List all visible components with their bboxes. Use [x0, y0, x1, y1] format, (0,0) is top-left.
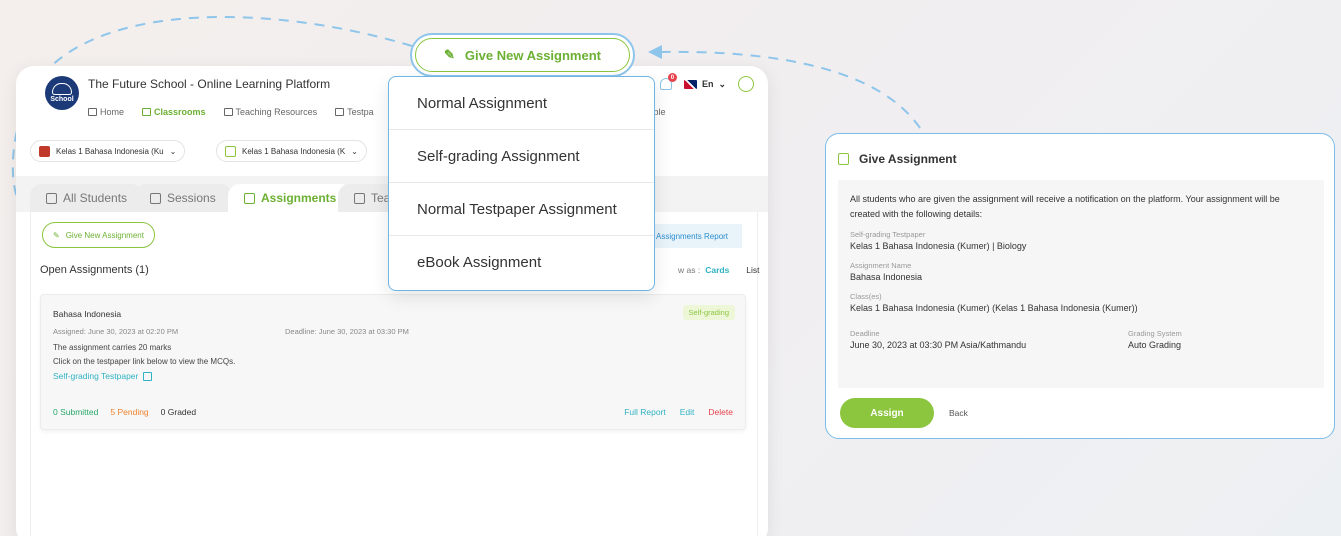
- back-link[interactable]: Back: [949, 408, 968, 418]
- open-assignments-title: Open Assignments (1): [40, 264, 149, 276]
- nav-testpapers[interactable]: Testpa: [335, 107, 374, 117]
- submitted-count[interactable]: 0 Submitted: [53, 407, 98, 417]
- deadline-value: June 30, 2023 at 03:30 PM Asia/Kathmandu: [850, 340, 1027, 350]
- user-icon[interactable]: [738, 76, 754, 92]
- intro-text: All students who are given the assignmen…: [850, 194, 1280, 219]
- marks-text: The assignment carries 20 marks: [53, 343, 172, 352]
- delete-link[interactable]: Delete: [708, 407, 733, 417]
- menu-item-normal-testpaper-assignment[interactable]: Normal Testpaper Assignment: [389, 183, 654, 236]
- calendar-icon: [150, 192, 161, 204]
- chevron-down-icon: ⌄: [169, 146, 177, 156]
- tab-all-students[interactable]: All Students: [30, 184, 144, 212]
- top-nav: Home Classrooms Teaching Resources Testp…: [88, 107, 374, 117]
- give-assignment-card: Give Assignment All students who are giv…: [825, 133, 1335, 439]
- tab-assignments[interactable]: Assignments: [228, 184, 353, 212]
- assignment-name-label: Assignment Name: [850, 261, 912, 270]
- menu-item-normal-assignment[interactable]: Normal Assignment: [389, 77, 654, 130]
- class-select-1[interactable]: Kelas 1 Bahasa Indonesia (Ku ⌄: [30, 140, 186, 162]
- status-badge: Self-grading: [682, 305, 735, 320]
- document-icon: [838, 153, 849, 165]
- teachers-icon: [354, 192, 365, 204]
- class-book-icon: [39, 145, 50, 157]
- card-actions: Full Report Edit Delete: [624, 407, 733, 417]
- testpaper-value: Kelas 1 Bahasa Indonesia (Kumer) | Biolo…: [850, 241, 1027, 251]
- school-logo[interactable]: School: [45, 76, 79, 110]
- view-list-option[interactable]: List: [746, 265, 759, 275]
- class-book-icon: [225, 145, 236, 157]
- book-icon: [223, 108, 233, 116]
- menu-item-self-grading-assignment[interactable]: Self-grading Assignment: [389, 130, 654, 183]
- grading-system-value: Auto Grading: [1128, 340, 1182, 350]
- give-new-assignment-button[interactable]: ✎ Give New Assignment: [42, 222, 155, 248]
- language-select[interactable]: En ⌄: [683, 78, 726, 90]
- graded-count[interactable]: 0 Graded: [161, 407, 196, 417]
- deadline-label: Deadline: [850, 329, 880, 338]
- deadline-date: Deadline: June 30, 2023 at 03:30 PM: [285, 327, 409, 336]
- pending-count[interactable]: 5 Pending: [110, 407, 148, 417]
- app-title: The Future School - Online Learning Plat…: [88, 77, 331, 91]
- testpaper-label: Self-grading Testpaper: [850, 230, 926, 239]
- chevron-down-icon: ⌄: [718, 78, 726, 89]
- classroom-icon: [142, 108, 152, 116]
- chevron-down-icon: ⌄: [351, 146, 358, 156]
- assignments-report-button[interactable]: Assignments Report: [646, 224, 743, 248]
- classes-value: Kelas 1 Bahasa Indonesia (Kumer) (Kelas …: [850, 303, 1138, 313]
- pen-icon: ✎: [53, 230, 60, 240]
- nav-home[interactable]: Home: [88, 107, 124, 117]
- testpaper-link[interactable]: Self-grading Testpaper: [53, 371, 153, 381]
- pen-icon: ✎: [444, 47, 455, 62]
- submission-stats: 0 Submitted 5 Pending 0 Graded: [53, 407, 196, 417]
- external-link-icon: [143, 371, 153, 381]
- testpaper-icon: [335, 108, 345, 116]
- assignment-name: Bahasa Indonesia: [53, 309, 122, 319]
- menu-item-ebook-assignment[interactable]: eBook Assignment: [389, 236, 654, 289]
- assign-button[interactable]: Assign: [840, 398, 934, 428]
- instruction-text: Click on the testpaper link below to vie…: [53, 357, 236, 366]
- bell-icon[interactable]: 0: [659, 73, 677, 90]
- students-icon: [46, 192, 57, 204]
- full-report-link[interactable]: Full Report: [624, 407, 666, 417]
- uk-flag-icon: [683, 79, 697, 89]
- nav-classrooms[interactable]: Classrooms: [142, 107, 206, 117]
- assigned-date: Assigned: June 30, 2023 at 02:20 PM: [53, 327, 179, 336]
- classes-label: Class(es): [850, 292, 882, 301]
- assignment-icon: [244, 192, 255, 204]
- nav-teaching-resources[interactable]: Teaching Resources: [223, 107, 317, 117]
- top-right-controls: 0 En ⌄: [659, 73, 754, 92]
- view-cards-option[interactable]: Cards: [705, 265, 729, 275]
- class-select-2[interactable]: Kelas 1 Bahasa Indonesia (K ⌄: [216, 140, 367, 162]
- assignment-details: All students who are given the assignmen…: [838, 180, 1324, 388]
- assignment-name-value: Bahasa Indonesia: [850, 272, 923, 282]
- give-assignment-header: Give Assignment: [838, 152, 957, 166]
- tab-sessions[interactable]: Sessions: [134, 184, 232, 212]
- give-new-assignment-callout[interactable]: ✎ Give New Assignment: [410, 33, 635, 77]
- grading-system-label: Grading System: [1128, 329, 1182, 338]
- view-as-toggle: w as : Cards List: [678, 265, 760, 275]
- assignment-type-menu: Normal Assignment Self-grading Assignmen…: [388, 76, 655, 291]
- notification-badge: 0: [667, 73, 677, 82]
- assignment-card: Bahasa Indonesia Self-grading Assigned: …: [40, 294, 746, 430]
- home-icon: [88, 108, 97, 116]
- edit-link[interactable]: Edit: [680, 407, 695, 417]
